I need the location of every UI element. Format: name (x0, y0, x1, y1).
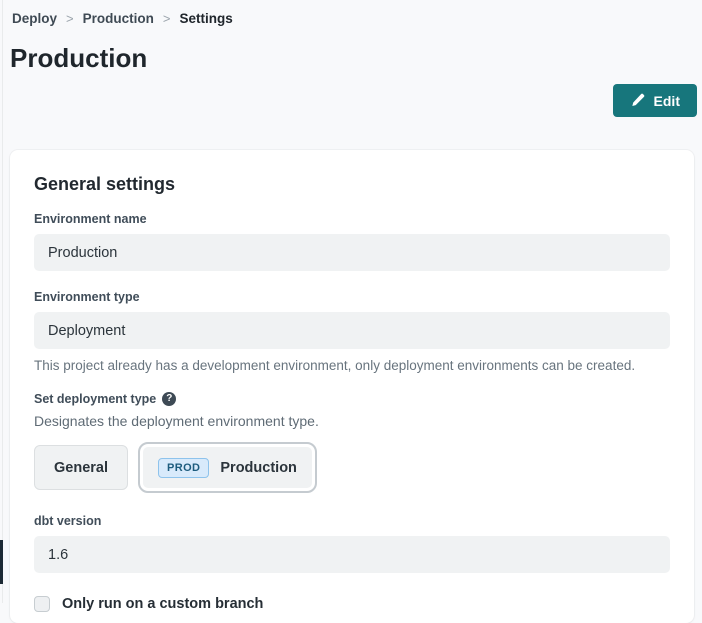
deployment-type-option-general[interactable]: General (34, 445, 128, 490)
breadcrumb-production[interactable]: Production (83, 11, 154, 26)
breadcrumb: Deploy > Production > Settings (0, 0, 702, 26)
prod-badge: PROD (158, 458, 209, 478)
sidebar-sliver (0, 540, 3, 584)
dbt-version-field: 1.6 (34, 536, 670, 573)
dbt-version-group: dbt version 1.6 (34, 514, 670, 573)
card-heading: General settings (34, 174, 670, 195)
deployment-type-description: Designates the deployment environment ty… (34, 413, 670, 429)
custom-branch-row: Only run on a custom branch (34, 596, 670, 612)
custom-branch-checkbox[interactable] (34, 596, 50, 612)
chevron-right-icon: > (66, 11, 74, 26)
environment-type-label: Environment type (34, 290, 670, 304)
breadcrumb-settings: Settings (179, 11, 232, 26)
environment-name-group: Environment name Production (34, 212, 670, 271)
pencil-icon (630, 93, 645, 108)
deployment-type-group: Set deployment type ? Designates the dep… (34, 392, 670, 493)
option-production-label: Production (220, 460, 297, 476)
environment-type-field: Deployment (34, 312, 670, 349)
chevron-right-icon: > (163, 11, 171, 26)
environment-type-note: This project already has a development e… (34, 358, 670, 373)
general-settings-card: General settings Environment name Produc… (10, 150, 694, 623)
edit-button[interactable]: Edit (613, 84, 697, 117)
help-icon[interactable]: ? (162, 392, 176, 406)
deployment-type-label: Set deployment type (34, 392, 156, 406)
deployment-type-options: General PROD Production (34, 442, 670, 493)
deployment-type-option-production[interactable]: PROD Production (138, 442, 317, 493)
environment-name-field: Production (34, 234, 670, 271)
panel-edge-divider (2, 0, 3, 603)
environment-type-group: Environment type Deployment This project… (34, 290, 670, 373)
edit-button-label: Edit (654, 93, 680, 109)
option-general-label: General (54, 460, 108, 476)
page-title: Production (10, 43, 702, 74)
breadcrumb-deploy[interactable]: Deploy (12, 11, 57, 26)
custom-branch-label: Only run on a custom branch (62, 596, 263, 612)
dbt-version-label: dbt version (34, 514, 670, 528)
environment-name-label: Environment name (34, 212, 670, 226)
